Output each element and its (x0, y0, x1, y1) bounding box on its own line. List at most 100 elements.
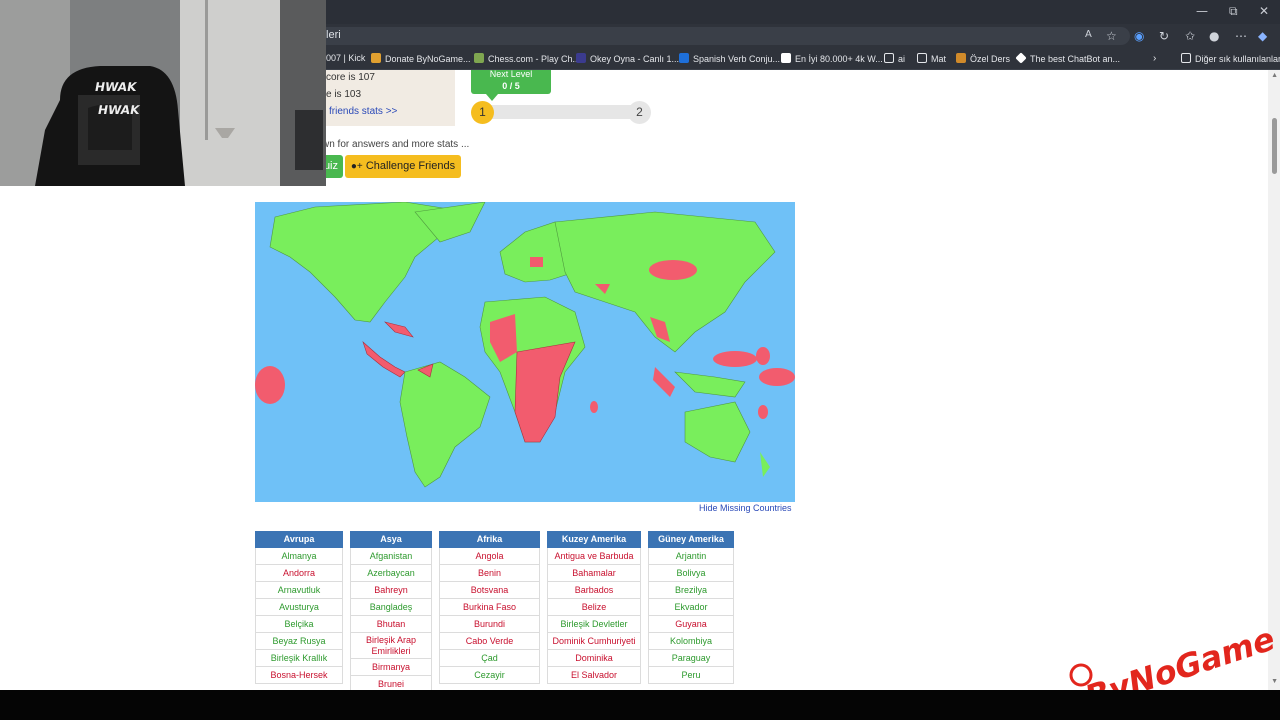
copilot-side-icon[interactable]: ◉ (1134, 29, 1144, 43)
bookmark-spanish[interactable]: Spanish Verb Conju... (679, 53, 780, 64)
scrollbar-thumb[interactable] (1272, 118, 1277, 174)
bookmark-kick[interactable]: 007 | Kick (326, 53, 365, 63)
pacific-islands-north[interactable] (713, 351, 757, 367)
list-item: Barbados (547, 582, 641, 599)
chatbot-icon (1015, 52, 1027, 64)
star-icon[interactable]: ☆ (1106, 29, 1117, 43)
ozel-ders-icon (956, 53, 966, 63)
bookmark-wallpaper[interactable]: En İyi 80.000+ 4k W... (781, 53, 883, 64)
bookmark-donate[interactable]: Donate ByNoGame... (371, 53, 471, 64)
list-item: Arnavutluk (255, 582, 343, 599)
pacific-islands-east[interactable] (759, 368, 795, 386)
column-header[interactable]: Avrupa (255, 531, 343, 548)
pacific-islands-south[interactable] (758, 405, 768, 419)
list-item: Cezayir (439, 667, 540, 684)
list-item: Benin (439, 565, 540, 582)
copilot-icon[interactable]: ◆ (1258, 29, 1267, 43)
read-aloud-icon[interactable]: A (1085, 29, 1092, 40)
world-map[interactable] (255, 202, 795, 502)
chevron-right-icon[interactable]: › (1153, 53, 1156, 64)
list-item: Arjantin (648, 548, 734, 565)
hide-missing-countries-link[interactable]: Hide Missing Countries (699, 503, 792, 513)
bynogame-icon (371, 53, 381, 63)
list-item: El Salvador (547, 667, 641, 684)
list-item: Avusturya (255, 599, 343, 616)
continent-column-north-america: Kuzey Amerika Antigua ve Barbuda Bahamal… (547, 531, 641, 684)
bookmark-mat[interactable]: Mat (917, 53, 946, 64)
mongolia[interactable] (649, 260, 697, 280)
current-level-circle: 1 (471, 101, 494, 124)
taskbar-strip (0, 690, 1280, 720)
column-header[interactable]: Güney Amerika (648, 531, 734, 548)
list-item: Brunei (350, 676, 432, 690)
list-item: Birleşik Krallık (255, 650, 343, 667)
refresh-icon[interactable]: ↻ (1159, 29, 1169, 43)
bookmark-chess[interactable]: Chess.com - Play Ch... (474, 53, 580, 64)
score-line-2: e is 103 (326, 89, 362, 100)
list-item: Ekvador (648, 599, 734, 616)
list-item: Botsvana (439, 582, 540, 599)
balkans-missing[interactable] (530, 257, 543, 267)
column-header[interactable]: Afrika (439, 531, 540, 548)
add-user-icon: ●+ (350, 161, 363, 172)
list-item: Birleşik Devletler (547, 616, 641, 633)
list-item: Beyaz Rusya (255, 633, 343, 650)
list-item: Bahreyn (350, 582, 432, 599)
list-item: Burkina Faso (439, 599, 540, 616)
more-menu-icon[interactable]: ⋯ (1235, 29, 1247, 43)
list-item: Azerbaycan (350, 565, 432, 582)
spanish-icon (679, 53, 689, 63)
friends-stats-link[interactable]: friends stats >> (329, 106, 397, 117)
list-item: Andorra (255, 565, 343, 582)
level-progress-text: 0 / 5 (502, 81, 520, 91)
bookmark-okey[interactable]: Okey Oyna - Canlı 1... (576, 53, 679, 64)
list-item: Birleşik Arap Emirlikleri (350, 633, 432, 659)
challenge-friends-button[interactable]: ●+ Challenge Friends (345, 155, 461, 178)
list-item: Cabo Verde (439, 633, 540, 650)
folder-icon (884, 53, 894, 63)
list-item: Çad (439, 650, 540, 667)
column-header[interactable]: Asya (350, 531, 432, 548)
folder-icon (917, 53, 927, 63)
next-level-badge: Next Level 0 / 5 (471, 70, 551, 94)
url-field[interactable] (300, 27, 1130, 45)
other-bookmarks[interactable]: Diğer sık kullanılanlar (1181, 53, 1280, 64)
score-line-1: core is 107 (326, 72, 375, 83)
list-item: Bhutan (350, 616, 432, 633)
bynogame-logo: ByNoGame (1069, 619, 1279, 700)
list-item: Bangladeş (350, 599, 432, 616)
okey-icon (576, 53, 586, 63)
bookmark-ozel-ders[interactable]: Özel Ders (956, 53, 1010, 64)
list-item: Bolivya (648, 565, 734, 582)
bookmark-ai[interactable]: ai (884, 53, 905, 64)
madagascar[interactable] (590, 401, 598, 413)
list-item: Bosna-Hersek (255, 667, 343, 684)
wallpaper-icon (781, 53, 791, 63)
list-item: Dominik Cumhuriyeti (547, 633, 641, 650)
continent-column-south-america: Güney Amerika Arjantin Bolivya Brezilya … (648, 531, 734, 684)
chair-brand-text: HWAK (96, 103, 141, 117)
pacific-islands-west[interactable] (255, 366, 285, 404)
list-item: Angola (439, 548, 540, 565)
list-item: Belize (547, 599, 641, 616)
restore-icon[interactable]: ⧉ (1229, 4, 1238, 19)
list-item: Afganistan (350, 548, 432, 565)
close-icon[interactable]: ✕ (1259, 4, 1269, 18)
scroll-up-arrow-icon[interactable]: ▲ (1271, 72, 1278, 79)
next-level-circle: 2 (628, 101, 651, 124)
bookmark-chatbot[interactable]: The best ChatBot an... (1015, 52, 1120, 64)
chess-pawn-icon (474, 53, 484, 63)
list-item: Almanya (255, 548, 343, 565)
favorites-icon[interactable]: ✩ (1185, 29, 1195, 43)
list-item: Guyana (648, 616, 734, 633)
next-level-label: Next Level (489, 70, 533, 79)
pacific-islands-north-2[interactable] (756, 347, 770, 365)
folder-icon (1181, 53, 1191, 63)
profile-avatar-icon[interactable]: ● (1209, 29, 1219, 43)
list-item: Kolombiya (648, 633, 734, 650)
continent-column-europe: Avrupa Almanya Andorra Arnavutluk Avustu… (255, 531, 343, 684)
continent-column-africa: Afrika Angola Benin Botsvana Burkina Fas… (439, 531, 540, 684)
next-level-pointer (486, 94, 498, 101)
column-header[interactable]: Kuzey Amerika (547, 531, 641, 548)
minimize-icon[interactable]: — (1196, 4, 1208, 18)
